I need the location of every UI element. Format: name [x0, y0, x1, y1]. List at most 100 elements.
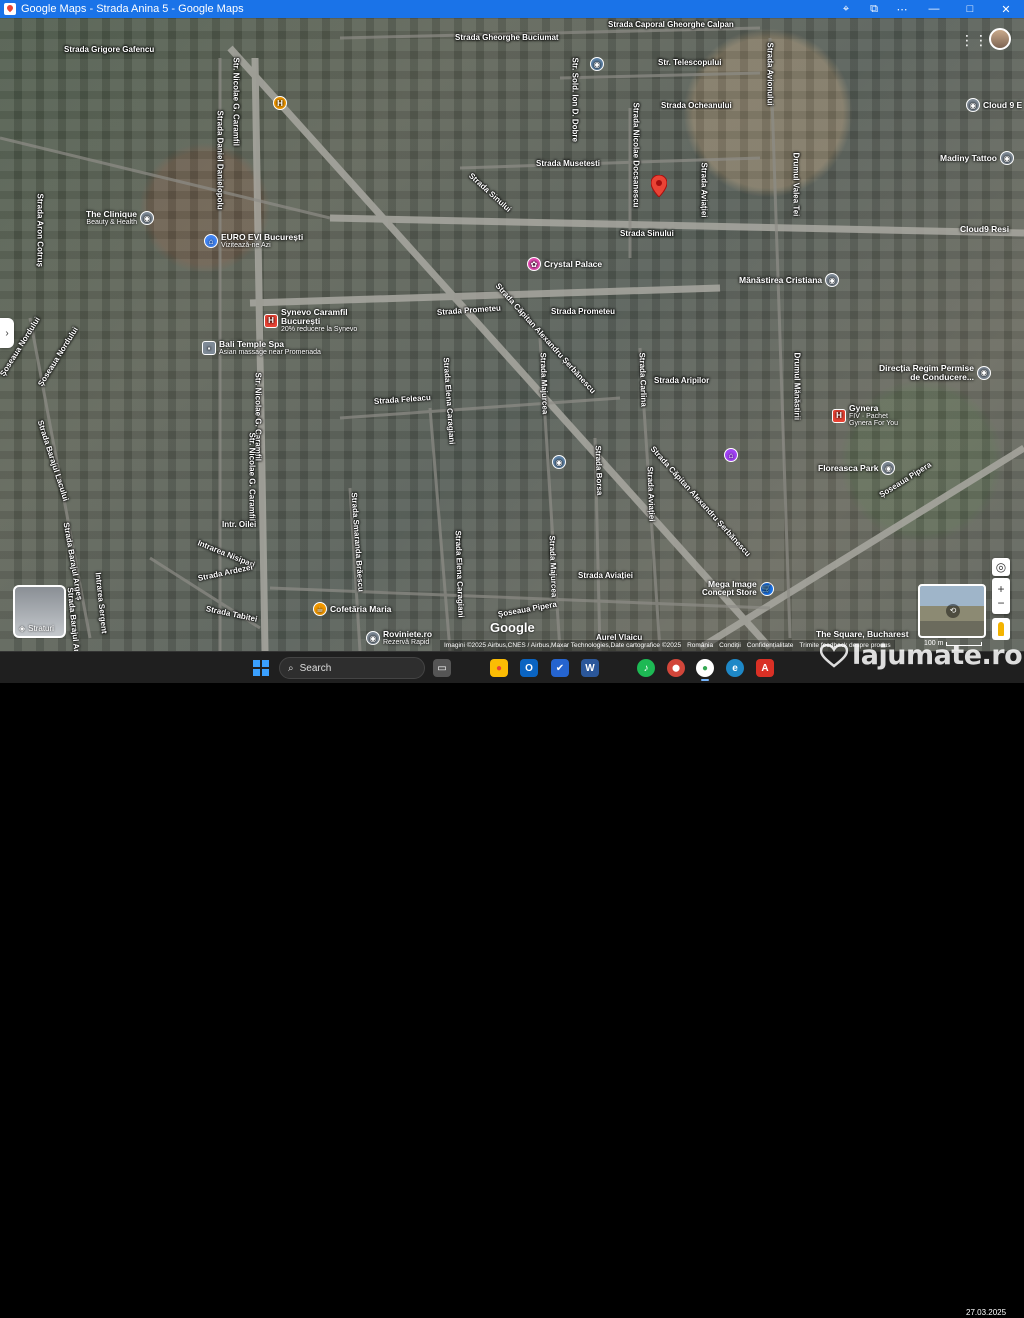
- search-icon: ⌕: [288, 662, 294, 674]
- todo-icon[interactable]: ✔: [551, 659, 569, 677]
- street-label: Strada Aviației: [645, 466, 657, 522]
- street-label: Str. Sold. Ion D. Dobre: [570, 57, 580, 142]
- street-label: Drumul Valea Tei: [791, 152, 801, 217]
- system-clock[interactable]: 27.03.2025: [966, 1308, 1006, 1318]
- avatar[interactable]: [989, 28, 1011, 50]
- window-title: Google Maps - Strada Anina 5 - Google Ma…: [21, 3, 244, 15]
- poi-crystal-palace[interactable]: ✿ Crystal Palace: [527, 257, 602, 271]
- poi-manastirea[interactable]: Mănăstirea Cristiana ◉: [739, 273, 840, 287]
- pegman-icon[interactable]: [992, 618, 1010, 640]
- poi-cloud9-resi[interactable]: Cloud9 Resi: [960, 225, 1009, 234]
- task-view-icon[interactable]: ▭: [433, 659, 451, 677]
- street-label: Strada Grigore Gafencu: [64, 45, 155, 54]
- place-icon: ◉: [366, 631, 380, 646]
- street-label: Strada Caporal Gheorghe Calpan: [608, 20, 734, 29]
- maps-icon[interactable]: ⬤: [667, 659, 685, 677]
- place-icon: ◉: [999, 151, 1014, 165]
- window-title-bar: Google Maps - Strada Anina 5 - Google Ma…: [0, 0, 1024, 18]
- place-icon: ◉: [881, 461, 896, 475]
- street-label: Strada Nicolae Docsanescu: [631, 102, 641, 208]
- close-button[interactable]: ✕: [988, 0, 1024, 18]
- poi-directia-regim[interactable]: Direcția Regim Permise de Conducere... ◉: [872, 364, 991, 382]
- my-location-icon: ◎: [995, 560, 1007, 574]
- street-label: Strada Carlina: [637, 352, 649, 407]
- zoom-out-button[interactable]: −: [997, 596, 1004, 610]
- my-location-button[interactable]: ◎: [992, 558, 1010, 576]
- poi-roviniete[interactable]: ◉ Roviniete.ro Rezervă Rapid: [366, 630, 432, 646]
- street-label: Intr. Oilei: [222, 520, 257, 529]
- hospital-icon: H: [264, 313, 278, 328]
- selected-location-marker-icon[interactable]: [651, 175, 667, 197]
- street-label: Strada Aripilor: [654, 376, 710, 385]
- chrome-maps-icon[interactable]: ●: [696, 659, 714, 677]
- street-label: Strada Sinului: [620, 229, 674, 238]
- poi-gynera[interactable]: H Gynera FIV · Pachet Gynera For You: [832, 404, 909, 428]
- cafe-icon: ☕: [313, 602, 327, 616]
- location-icon[interactable]: ⌖: [832, 0, 860, 18]
- street-label: Str. Nicolae G. Caramfil: [247, 432, 257, 521]
- word-icon[interactable]: W: [581, 659, 599, 677]
- poi-bali-temple[interactable]: ▪ Bali Temple Spa Asian massage near Prom…: [202, 340, 321, 356]
- heart-logo-icon: [820, 643, 848, 668]
- expand-side-panel-button[interactable]: ›: [0, 318, 14, 348]
- poi-school[interactable]: ◉: [552, 455, 566, 469]
- spotify-icon[interactable]: ♪: [637, 659, 655, 677]
- maximize-button[interactable]: □: [952, 0, 988, 18]
- place-icon: ◉: [825, 273, 840, 287]
- edge-icon[interactable]: e: [726, 659, 744, 677]
- street-label: Drumul Mănăstirii: [792, 352, 802, 421]
- outlook-icon[interactable]: O: [520, 659, 538, 677]
- street-view-icon: ⟲: [946, 604, 960, 618]
- poi-synevo[interactable]: H Synevo Caramfil București 20% reducere …: [264, 308, 361, 333]
- spa-icon: ▪: [202, 341, 216, 356]
- school-icon: ◉: [552, 455, 566, 469]
- satellite-map[interactable]: Strada Grigore Gafencu Strada Gheorghe B…: [0, 18, 1024, 651]
- street-view-preview[interactable]: ⟲: [918, 584, 986, 638]
- poi-floreasca-park[interactable]: Floreasca Park ◉: [818, 461, 896, 475]
- street-label: Strada Ocheanului: [661, 101, 732, 110]
- street-label: Strada Aviației: [578, 571, 633, 580]
- google-apps-icon[interactable]: ⋮⋮: [960, 32, 988, 48]
- street-label: Strada Gheorghe Buciumat: [455, 33, 559, 42]
- watermark: lajumate.ro: [820, 640, 1023, 671]
- poi-cloud9-top[interactable]: ◉ Cloud 9 E: [966, 98, 1022, 112]
- poi-hospital-top[interactable]: H: [273, 96, 287, 110]
- poi-top[interactable]: ◉: [590, 57, 604, 71]
- shop-icon: ⌂: [724, 448, 738, 462]
- poi-the-clinique[interactable]: The Clinique Beauty & Health ◉: [86, 210, 154, 226]
- road-network: [0, 26, 1024, 651]
- street-label: Strada Avionului: [765, 42, 775, 106]
- poi-cofetaria-maria[interactable]: ☕ Cofetăria Maria: [313, 602, 391, 616]
- hospital-icon: H: [273, 96, 287, 110]
- street-label: Str. Nicolae G. Caramfil: [231, 57, 241, 146]
- place-icon: ◉: [966, 98, 980, 112]
- minimize-button[interactable]: —: [916, 0, 952, 18]
- more-icon[interactable]: ⋯: [888, 0, 916, 18]
- layers-button[interactable]: ◈ Straturi: [13, 585, 66, 638]
- place-icon: ◉: [977, 365, 991, 380]
- street-label: Str. Telescopului: [658, 58, 722, 67]
- street-label: Strada Borsa: [593, 445, 605, 496]
- street-label: Strada Aviației: [699, 162, 709, 218]
- active-app-indicator: [701, 679, 709, 681]
- poi-euro-evi[interactable]: ⌂ EURO EVI București Vizitează-ne Azi: [204, 233, 303, 249]
- zoom-in-button[interactable]: +: [997, 582, 1004, 596]
- acrobat-icon[interactable]: A: [756, 659, 774, 677]
- windows-start-icon[interactable]: [253, 660, 269, 676]
- store-icon: ⌂: [204, 234, 218, 249]
- zoom-control: + −: [992, 578, 1010, 614]
- hospital-icon: H: [832, 408, 846, 423]
- place-icon: ◉: [140, 211, 154, 226]
- layers-icon: ◈: [19, 624, 26, 633]
- street-label: Strada Prometeu: [551, 307, 616, 316]
- poi-mega-image[interactable]: Mega Image Concept Store 🛒: [702, 580, 774, 597]
- street-label: Strada Aron Cotruș: [35, 193, 45, 268]
- google-logo: Google: [490, 620, 535, 635]
- taskbar-search[interactable]: ⌕ Search: [279, 657, 425, 679]
- street-label: Strada Daniel Danielopolu: [215, 110, 225, 210]
- poi-madiny-tattoo[interactable]: Madiny Tattoo ◉: [940, 151, 1014, 165]
- poi-the-square[interactable]: The Square, Bucharest: [816, 630, 909, 639]
- extension-icon[interactable]: ⧉: [860, 0, 888, 18]
- poi-purple[interactable]: ⌂: [724, 448, 738, 462]
- chrome-icon[interactable]: ●: [490, 659, 508, 677]
